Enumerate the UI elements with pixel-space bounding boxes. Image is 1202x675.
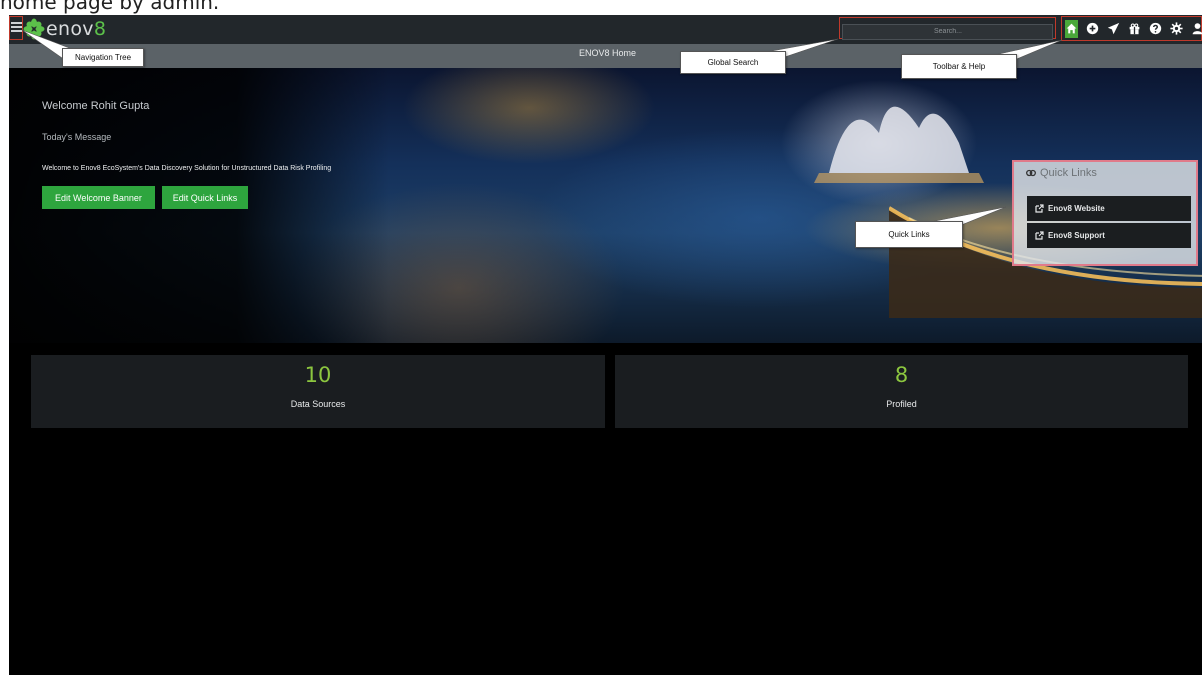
add-button[interactable] xyxy=(1086,20,1099,38)
top-bar: enov8 xyxy=(9,15,1202,44)
app-window: enov8 Search... ENOV8 Home Welcome Rohit… xyxy=(9,15,1202,675)
quick-link-enov8-website[interactable]: Enov8 Website xyxy=(1027,196,1191,221)
welcome-heading: Welcome Rohit Gupta xyxy=(42,100,150,112)
opera-house-image xyxy=(814,106,984,183)
gift-button[interactable] xyxy=(1128,20,1141,38)
gift-icon xyxy=(1129,23,1140,35)
quick-link-label: Enov8 Support xyxy=(1048,231,1105,240)
leaf-logo-icon xyxy=(23,18,45,40)
toolbar xyxy=(1061,16,1202,41)
data-sources-count: 10 xyxy=(304,363,332,387)
todays-message-label: Today's Message xyxy=(42,132,112,142)
page-title: ENOV8 Home xyxy=(579,48,637,58)
launch-button[interactable] xyxy=(1107,20,1120,38)
global-search-input[interactable] xyxy=(842,23,1053,40)
rocket-icon xyxy=(1107,22,1120,35)
document-caption: home page by admin. xyxy=(0,0,220,14)
external-link-icon xyxy=(1035,204,1044,213)
help-icon xyxy=(1149,22,1162,35)
global-search-callout: Global Search xyxy=(680,51,786,74)
data-sources-stat-card[interactable]: 10 Data Sources xyxy=(31,355,605,428)
settings-button[interactable] xyxy=(1170,20,1183,38)
logo-text-suffix: 8 xyxy=(93,18,107,40)
home-icon xyxy=(1066,23,1077,34)
profiled-stat-card[interactable]: 8 Profiled xyxy=(615,355,1188,428)
quick-link-label: Enov8 Website xyxy=(1048,204,1105,213)
logo-text-prefix: enov xyxy=(46,18,94,40)
quick-links-panel: Quick Links Enov8 Website Enov8 Support xyxy=(1012,160,1198,266)
edit-welcome-banner-button[interactable]: Edit Welcome Banner xyxy=(42,186,155,209)
home-button[interactable] xyxy=(1065,19,1078,38)
link-icon xyxy=(1026,169,1036,177)
logo-text: enov8 xyxy=(46,18,106,40)
page-title-bar: ENOV8 Home xyxy=(9,44,1202,68)
welcome-banner: Welcome Rohit Gupta Today's Message Welc… xyxy=(9,68,1202,343)
quick-links-header: Quick Links xyxy=(1026,167,1097,179)
navigation-tree-callout: Navigation Tree xyxy=(62,48,144,67)
navigation-tree-highlight xyxy=(9,16,23,40)
user-icon xyxy=(1192,23,1202,35)
quick-link-enov8-support[interactable]: Enov8 Support xyxy=(1027,223,1191,248)
global-search-highlight xyxy=(839,17,1056,40)
user-button[interactable] xyxy=(1191,20,1202,38)
quick-links-callout: Quick Links xyxy=(855,221,963,248)
page: home page by admin. enov8 Search... ENOV… xyxy=(0,0,1202,675)
enov8-logo[interactable]: enov8 xyxy=(23,17,106,41)
plus-circle-icon xyxy=(1086,22,1099,35)
profiled-count: 8 xyxy=(894,363,909,387)
profiled-label: Profiled xyxy=(886,399,917,409)
welcome-message: Welcome to Enov8 EcoSystem's Data Discov… xyxy=(42,165,332,172)
external-link-icon xyxy=(1035,231,1044,240)
edit-quick-links-button[interactable]: Edit Quick Links xyxy=(162,186,248,209)
toolbar-help-callout: Toolbar & Help xyxy=(901,54,1017,79)
quick-links-title: Quick Links xyxy=(1040,167,1097,179)
gear-icon xyxy=(1170,22,1183,35)
data-sources-label: Data Sources xyxy=(290,399,346,409)
help-button[interactable] xyxy=(1149,20,1162,38)
